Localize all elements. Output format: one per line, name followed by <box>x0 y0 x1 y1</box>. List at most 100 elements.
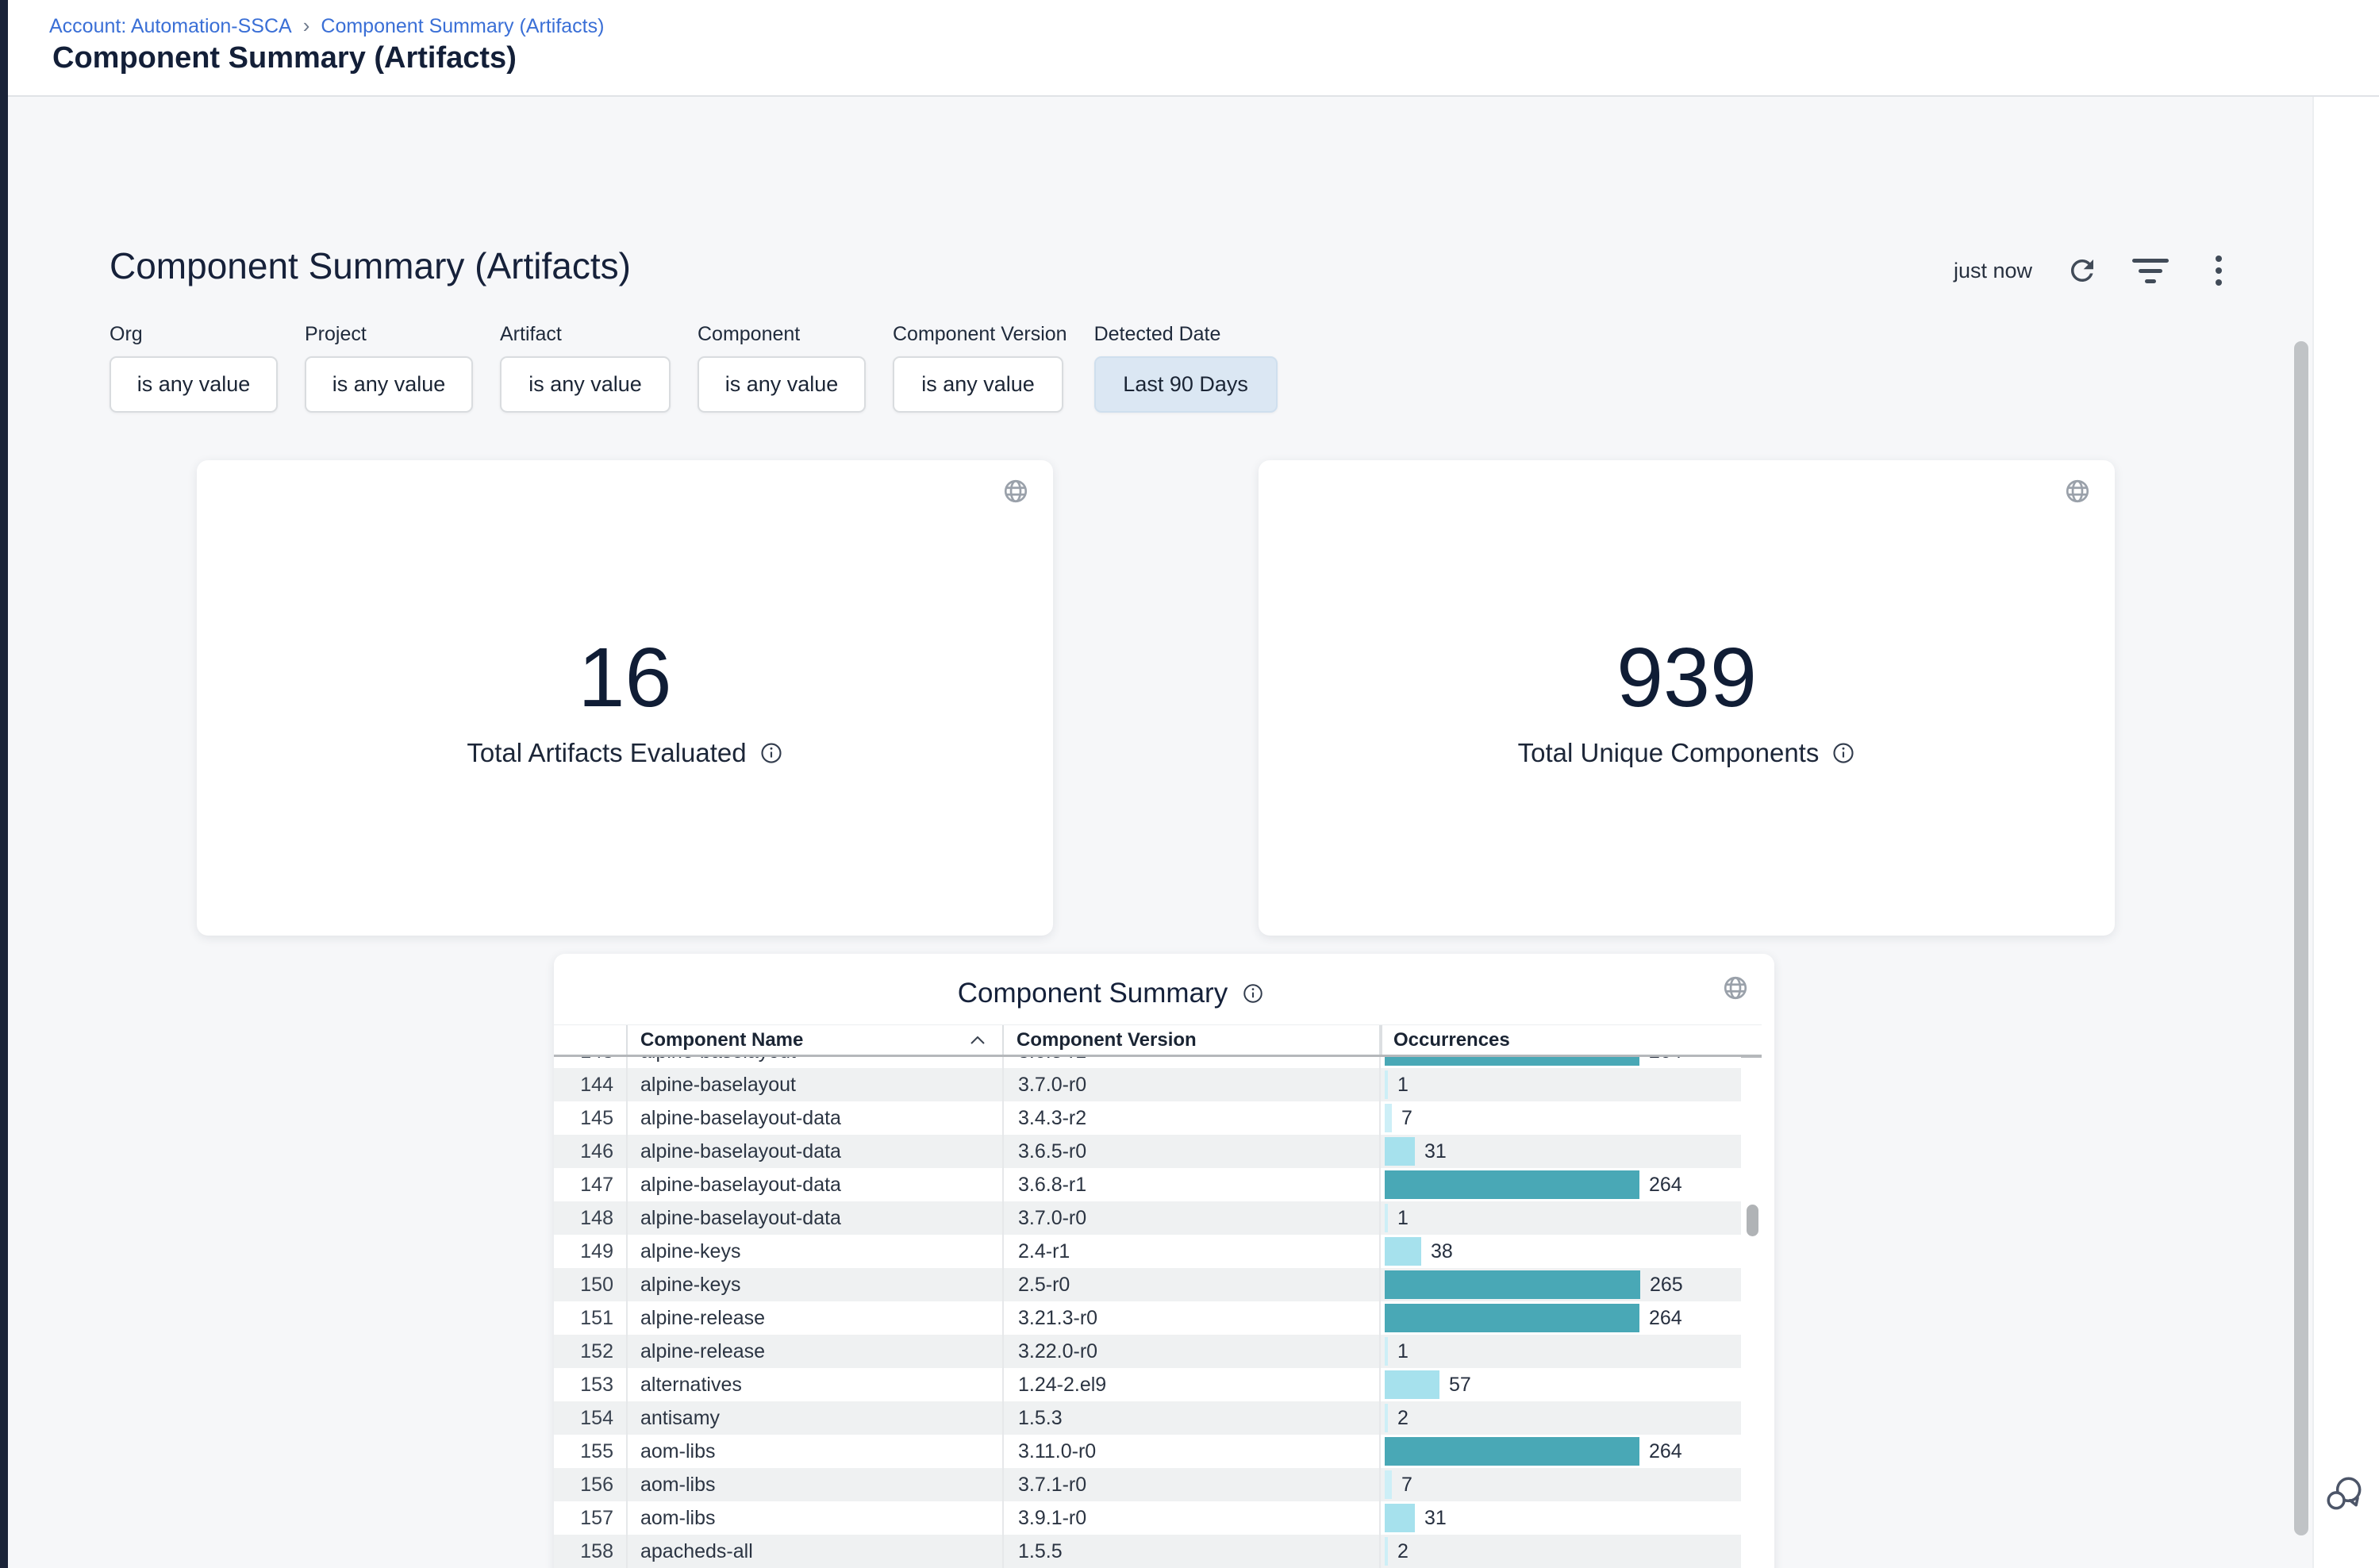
filter-label: Project <box>305 323 473 346</box>
info-icon[interactable] <box>1242 982 1264 1005</box>
component-version-cell: 3.21.3-r0 <box>1004 1301 1381 1335</box>
dashboard-filters-button[interactable] <box>2132 252 2169 289</box>
filter-icon <box>2132 259 2169 283</box>
component-name-cell: aom-libs <box>628 1468 1004 1501</box>
refresh-button[interactable] <box>2064 252 2100 289</box>
total-artifacts-label: Total Artifacts Evaluated <box>467 738 746 768</box>
row-index: 143 <box>554 1057 628 1068</box>
page-header: Account: Automation-SSCA › Component Sum… <box>8 0 2379 97</box>
component-version-cell: 3.9.1-r0 <box>1004 1501 1381 1535</box>
filter-org-value[interactable]: is any value <box>110 356 278 413</box>
row-index: 150 <box>554 1268 628 1301</box>
globe-icon <box>1722 974 1749 1001</box>
total-components-label: Total Unique Components <box>1518 738 1820 768</box>
row-index: 154 <box>554 1401 628 1435</box>
dashboard-actions-button[interactable] <box>2200 252 2237 289</box>
row-index: 146 <box>554 1135 628 1168</box>
filter-component-value[interactable]: is any value <box>698 356 866 413</box>
occurrence-bar <box>1385 1370 1439 1399</box>
table-row[interactable]: 143 alpine-baselayout 3.6.8-r1 264 <box>554 1057 1741 1068</box>
kebab-menu-icon <box>2216 256 2222 286</box>
occurrence-value: 264 <box>1649 1174 1682 1197</box>
table-body: 144 alpine-baselayout 3.7.0-r0 1 145 alp… <box>554 1068 1741 1568</box>
component-name-cell: apacheds-all <box>628 1535 1004 1568</box>
breadcrumb-page-link[interactable]: Component Summary (Artifacts) <box>321 14 604 38</box>
row-index: 156 <box>554 1468 628 1501</box>
refresh-icon <box>2066 254 2099 287</box>
filter-component-version-value[interactable]: is any value <box>893 356 1063 413</box>
table-row[interactable]: 155 aom-libs 3.11.0-r0 264 <box>554 1435 1741 1468</box>
chat-support-button[interactable] <box>2323 1473 2366 1516</box>
component-summary-table-card: Component Summary Component Name <box>554 954 1774 1568</box>
row-index: 151 <box>554 1301 628 1335</box>
row-index: 155 <box>554 1435 628 1468</box>
row-index: 144 <box>554 1068 628 1101</box>
component-version-cell: 3.7.0-r0 <box>1004 1201 1381 1235</box>
component-version-cell: 3.7.1-r0 <box>1004 1468 1381 1501</box>
occurrence-bar <box>1385 1304 1639 1332</box>
filter-project: Project is any value <box>305 323 473 413</box>
table-row[interactable]: 153 alternatives 1.24-2.el9 57 <box>554 1368 1741 1401</box>
info-icon[interactable] <box>1831 741 1855 765</box>
table-row[interactable]: 156 aom-libs 3.7.1-r0 7 <box>554 1468 1741 1501</box>
row-index: 158 <box>554 1535 628 1568</box>
occurrences-cell: 264 <box>1381 1435 1741 1468</box>
table-row[interactable]: 145 alpine-baselayout-data 3.4.3-r2 7 <box>554 1101 1741 1135</box>
table-row[interactable]: 149 alpine-keys 2.4-r1 38 <box>554 1235 1741 1268</box>
component-version-cell: 3.4.3-r2 <box>1004 1101 1381 1135</box>
table-row[interactable]: 148 alpine-baselayout-data 3.7.0-r0 1 <box>554 1201 1741 1235</box>
component-version-cell: 3.22.0-r0 <box>1004 1335 1381 1368</box>
row-index: 149 <box>554 1235 628 1268</box>
total-components-value: 939 <box>1259 632 2115 724</box>
table-row[interactable]: 151 alpine-release 3.21.3-r0 264 <box>554 1301 1741 1335</box>
component-version-cell: 3.7.0-r0 <box>1004 1068 1381 1101</box>
occurrence-value: 264 <box>1649 1057 1682 1063</box>
component-version-cell: 1.24-2.el9 <box>1004 1368 1381 1401</box>
column-header-component-name[interactable]: Component Name <box>628 1025 1004 1055</box>
component-name-cell: alpine-baselayout-data <box>628 1168 1004 1201</box>
table-row[interactable]: 152 alpine-release 3.22.0-r0 1 <box>554 1335 1741 1368</box>
filter-detected-date-value[interactable]: Last 90 Days <box>1094 356 1278 413</box>
occurrence-bar <box>1385 1504 1415 1532</box>
breadcrumb-account-link[interactable]: Account: Automation-SSCA <box>49 14 292 38</box>
occurrence-value: 265 <box>1650 1274 1683 1297</box>
occurrence-value: 2 <box>1397 1540 1409 1563</box>
column-header-occurrences[interactable]: Occurrences <box>1381 1025 1762 1055</box>
table-row[interactable]: 146 alpine-baselayout-data 3.6.5-r0 31 <box>554 1135 1741 1168</box>
table-row[interactable]: 157 aom-libs 3.9.1-r0 31 <box>554 1501 1741 1535</box>
table-row[interactable]: 150 alpine-keys 2.5-r0 265 <box>554 1268 1741 1301</box>
globe-icon <box>2064 478 2091 505</box>
table-row[interactable]: 158 apacheds-all 1.5.5 2 <box>554 1535 1741 1568</box>
occurrences-cell: 1 <box>1381 1335 1741 1368</box>
occurrences-cell: 7 <box>1381 1468 1741 1501</box>
breadcrumb: Account: Automation-SSCA › Component Sum… <box>49 14 604 38</box>
occurrences-cell: 2 <box>1381 1535 1741 1568</box>
table-scrollbar-thumb[interactable] <box>1747 1205 1758 1236</box>
occurrence-value: 2 <box>1397 1407 1409 1430</box>
page-scrollbar-thumb[interactable] <box>2294 341 2308 1535</box>
occurrence-value: 1 <box>1397 1074 1409 1097</box>
occurrence-bar <box>1385 1437 1639 1466</box>
occurrences-cell: 264 <box>1381 1057 1741 1068</box>
occurrence-bar <box>1385 1337 1388 1366</box>
filter-artifact-value[interactable]: is any value <box>500 356 671 413</box>
occurrence-bar <box>1385 1537 1388 1566</box>
table-row[interactable]: 144 alpine-baselayout 3.7.0-r0 1 <box>554 1068 1741 1101</box>
metric-label-row: Total Unique Components <box>1259 738 2115 768</box>
table-row[interactable]: 147 alpine-baselayout-data 3.6.8-r1 264 <box>554 1168 1741 1201</box>
component-version-cell: 2.5-r0 <box>1004 1268 1381 1301</box>
table-row[interactable]: 154 antisamy 1.5.3 2 <box>554 1401 1741 1435</box>
component-name-cell: alpine-release <box>628 1335 1004 1368</box>
occurrences-cell: 2 <box>1381 1401 1741 1435</box>
info-icon[interactable] <box>759 741 783 765</box>
filter-label: Artifact <box>500 323 671 346</box>
column-header-component-version[interactable]: Component Version <box>1004 1025 1381 1055</box>
total-components-card: 939 Total Unique Components <box>1259 460 2115 936</box>
filter-project-value[interactable]: is any value <box>305 356 473 413</box>
component-summary-page: Account: Automation-SSCA › Component Sum… <box>0 0 2379 1568</box>
occurrence-value: 57 <box>1449 1374 1471 1397</box>
component-version-cell: 3.11.0-r0 <box>1004 1435 1381 1468</box>
table-header: Component Name Component Version Occurre… <box>554 1024 1762 1058</box>
occurrence-bar <box>1385 1170 1639 1199</box>
filter-label: Detected Date <box>1094 323 1278 346</box>
